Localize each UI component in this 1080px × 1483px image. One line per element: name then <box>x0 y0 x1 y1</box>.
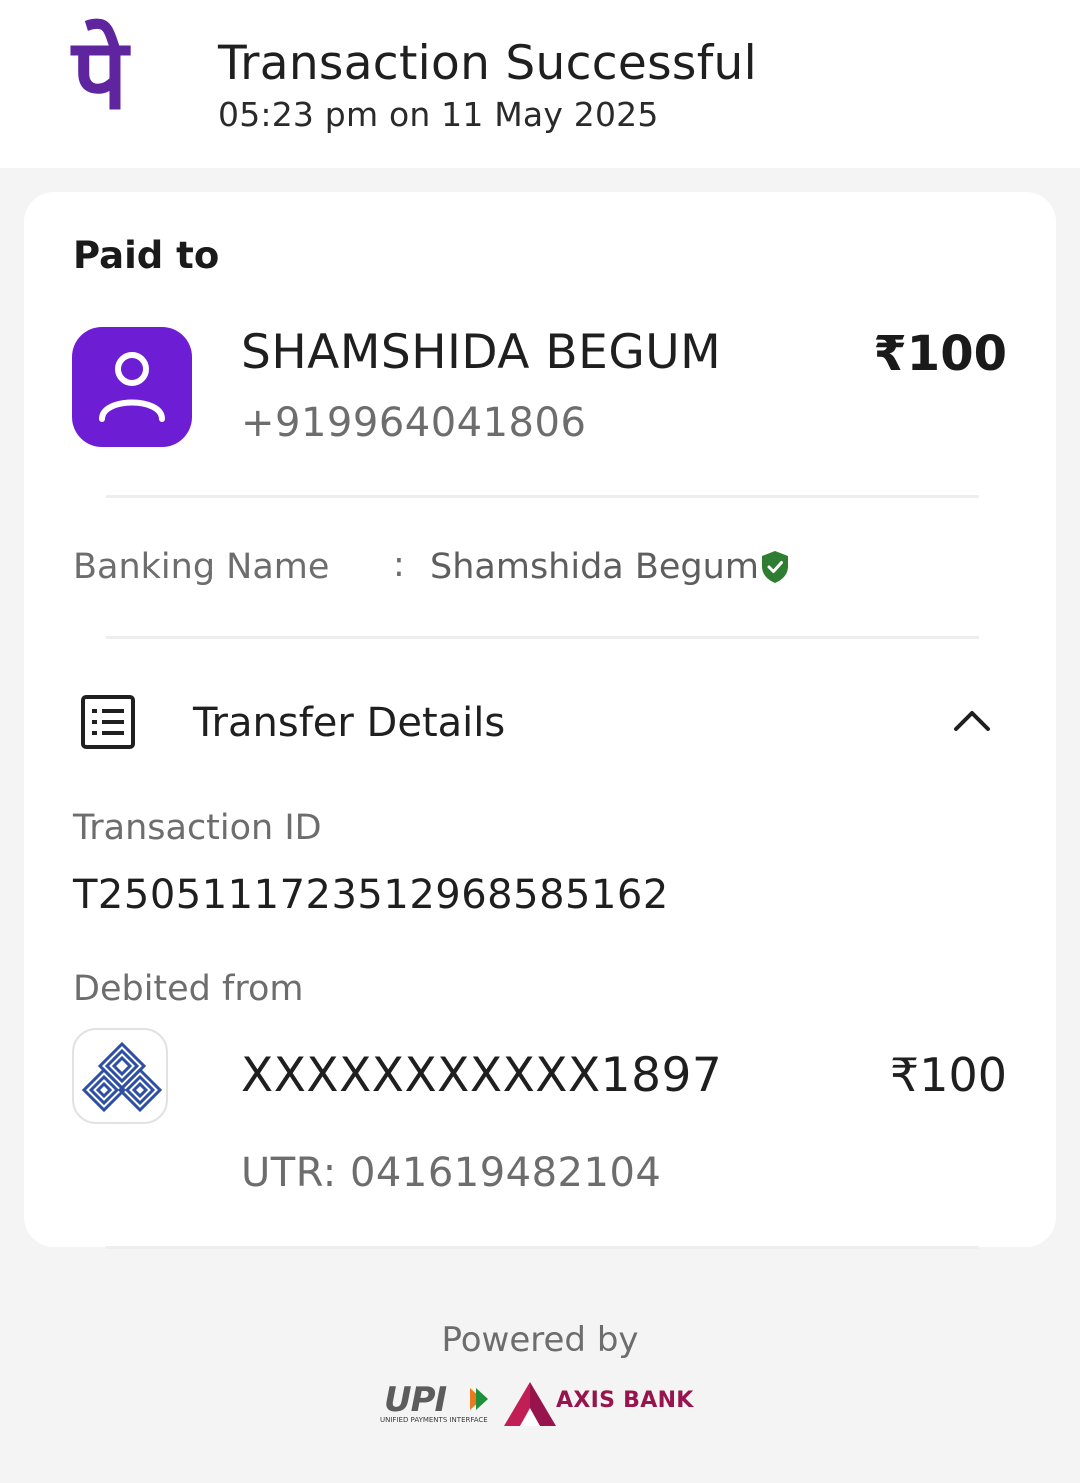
divider <box>106 636 979 639</box>
verified-shield-icon <box>762 551 788 583</box>
transfer-details-toggle[interactable]: Transfer Details <box>193 700 505 746</box>
divider <box>106 1246 979 1249</box>
person-icon <box>99 352 165 422</box>
chevron-up-icon[interactable] <box>952 705 992 735</box>
banking-name-separator: : <box>393 545 405 585</box>
powered-by-label: Powered by <box>441 1320 639 1360</box>
paid-to-label: Paid to <box>73 234 220 277</box>
paid-amount: ₹100 <box>873 326 1007 382</box>
payee-phone: +919964041806 <box>241 400 587 446</box>
footer-logos: UPI UNIFIED PAYMENTS INTERFACE AXIS BANK <box>380 1380 700 1430</box>
phonepe-logo: पे <box>72 18 128 132</box>
header-bar: पे Transaction Successful 05:23 pm on 11… <box>0 0 1080 168</box>
list-icon <box>81 695 135 749</box>
transaction-timestamp: 05:23 pm on 11 May 2025 <box>218 95 659 134</box>
bank-logo <box>72 1028 168 1124</box>
upi-arrow-icon <box>470 1388 488 1410</box>
debit-amount: ₹100 <box>889 1048 1007 1102</box>
transaction-card: Paid to SHAMSHIDA BEGUM +919964041806 ₹1… <box>24 192 1056 1247</box>
payee-name: SHAMSHIDA BEGUM <box>241 325 722 380</box>
axis-bank-logo-icon <box>504 1382 556 1426</box>
payee-avatar <box>72 327 192 447</box>
transaction-id-value[interactable]: T2505111723512968585162 <box>73 872 669 918</box>
divider <box>106 495 979 498</box>
bank-logo-icon <box>81 1041 163 1113</box>
banking-name-value: Shamshida Begum <box>430 547 759 587</box>
transaction-status-title: Transaction Successful <box>218 36 757 91</box>
banking-name-label: Banking Name <box>73 547 330 587</box>
debit-account-number: XXXXXXXXXXX1897 <box>241 1048 723 1103</box>
upi-subtext: UNIFIED PAYMENTS INTERFACE <box>380 1416 488 1424</box>
transaction-id-label: Transaction ID <box>73 808 322 848</box>
partner-bank-name: AXIS BANK <box>556 1388 694 1413</box>
utr-number[interactable]: UTR: 041619482104 <box>241 1150 661 1196</box>
debited-from-label: Debited from <box>73 969 304 1009</box>
upi-logo: UPI <box>384 1380 447 1420</box>
